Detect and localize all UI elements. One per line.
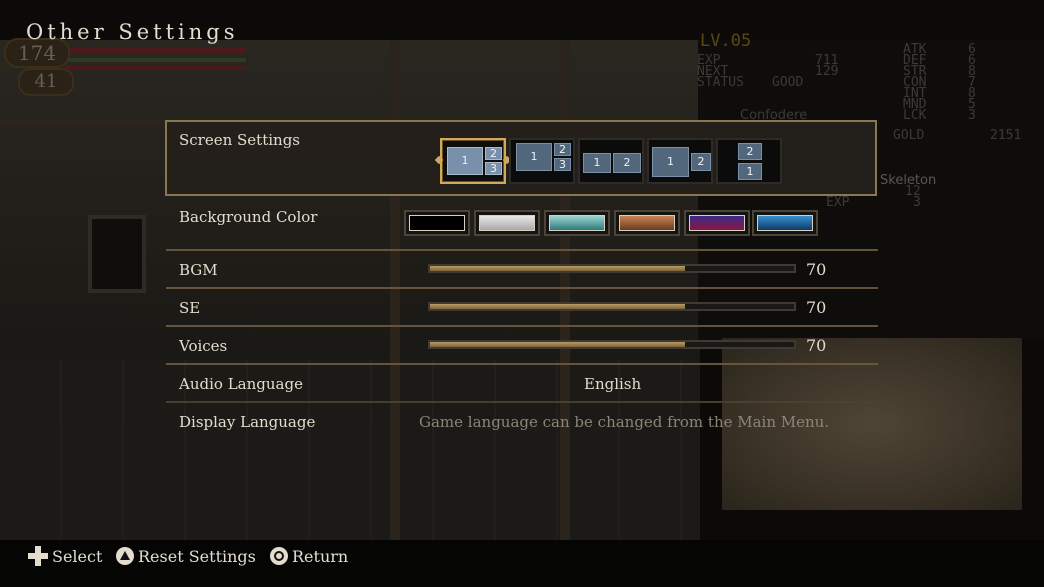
status-label: STATUS [697,75,744,90]
layout-cell: 1 [516,143,552,171]
layout-cell: 2 [613,153,641,173]
se-label: SE [179,299,201,317]
level-readout: LV.05 [700,31,752,51]
return-label: Return [292,546,349,566]
audio-language-label: Audio Language [179,375,303,393]
reset-settings-hint[interactable]: Reset Settings [116,545,256,567]
layout-cell: 1 [583,153,611,173]
bgm-value: 70 [806,260,827,279]
enemy-exp-label: EXP [826,195,850,210]
display-language-note: Game language can be changed from the Ma… [419,413,830,431]
swatch-blue[interactable] [752,210,818,236]
row-divider [166,401,878,403]
swatch-fill [479,215,535,231]
next-value: 129 [815,64,839,79]
screen-layout-option-5[interactable]: 2 1 [716,138,782,184]
stat-label-lck: LCK [903,108,927,123]
stat-value-lck: 3 [968,108,976,123]
bgm-slider[interactable] [428,264,796,273]
mp-bar [66,58,246,62]
window [88,215,146,293]
bgm-label: BGM [179,261,218,279]
page-title: Other Settings [26,20,239,44]
se-value: 70 [806,298,827,317]
status-value: GOOD [772,75,804,90]
voices-value: 70 [806,336,827,355]
bgm-slider-fill [430,266,685,271]
circle-button-icon [270,547,288,565]
swatch-fill [409,215,465,231]
se-slider[interactable] [428,302,796,311]
layout-cell: 1 [447,147,483,175]
return-hint[interactable]: Return [270,545,348,567]
timber-beam [560,40,570,540]
screen-settings-label: Screen Settings [179,131,300,149]
audio-language-value[interactable]: English [584,375,641,393]
layout-cell: 2 [691,153,711,171]
screen-layout-option-1[interactable]: 1 2 3 [440,138,506,184]
voices-slider-fill [430,342,685,347]
layout-cell: 3 [554,158,571,171]
select-label: Select [52,546,103,566]
swatch-teal[interactable] [544,210,610,236]
timber-beam [390,40,400,540]
select-hint[interactable]: Select [28,545,102,567]
dpad-icon [28,546,48,566]
screen-layout-option-2[interactable]: 1 2 3 [509,138,575,184]
swatch-gray[interactable] [474,210,540,236]
background-color-label: Background Color [179,208,318,226]
enemy-exp: 3 [913,195,921,210]
row-divider [166,363,878,365]
game-background: 174 41 LV.05 EXP 711 NEXT 129 STATUS GOO… [0,0,1044,587]
swatch-fill [549,215,605,231]
layout-cell: 2 [554,143,571,156]
reset-settings-label: Reset Settings [138,546,256,566]
swatch-black[interactable] [404,210,470,236]
voices-slider[interactable] [428,340,796,349]
gold-value: 2151 [990,128,1022,143]
layout-cell: 1 [738,163,762,180]
swatch-purple-red[interactable] [684,210,750,236]
swatch-brown[interactable] [614,210,680,236]
layout-cell: 3 [485,162,502,175]
row-divider [166,325,878,327]
swatch-fill [619,215,675,231]
row-divider [166,287,878,289]
swatch-fill [757,215,813,231]
hp-bar [66,48,246,53]
layout-cell: 2 [738,143,762,160]
triangle-button-icon [116,547,134,565]
screen-layout-option-3[interactable]: 1 2 [578,138,644,184]
mp-readout: 41 [18,68,74,96]
hearts-bar [66,66,246,69]
se-slider-fill [430,304,685,309]
layout-cell: 2 [485,147,502,160]
display-language-label: Display Language [179,413,316,431]
screen-layout-option-4[interactable]: 1 2 [647,138,713,184]
gold-label: GOLD [893,128,925,143]
voices-label: Voices [179,337,228,355]
swatch-fill [689,215,745,231]
row-divider [166,249,878,251]
layout-cell: 1 [652,147,689,177]
